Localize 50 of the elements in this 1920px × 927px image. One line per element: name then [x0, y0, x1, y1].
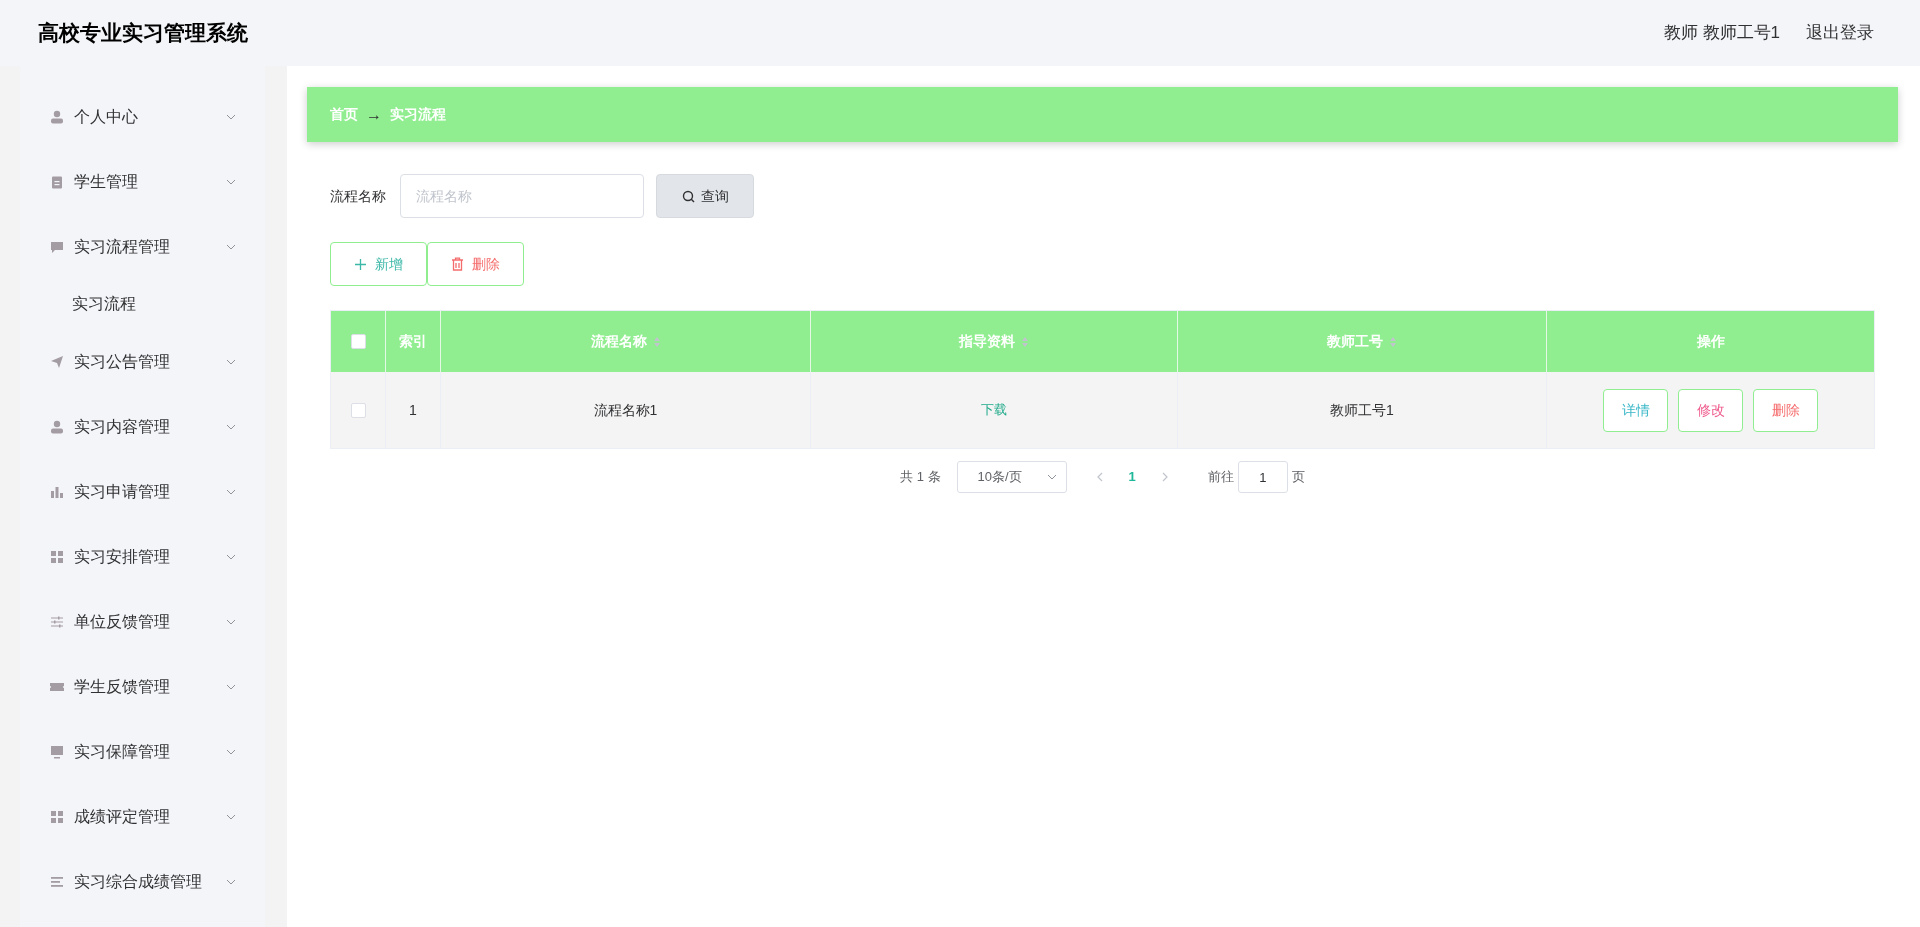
search-field[interactable]: 流程名称 [400, 174, 644, 218]
breadcrumb-current: 实习流程 [390, 105, 446, 124]
table-cell-text: 1 [409, 400, 417, 420]
grid-icon [50, 549, 64, 564]
goto-label: 前往 [1207, 468, 1234, 487]
sliders-icon [50, 614, 64, 629]
menu-item[interactable]: 实习申请管理 [20, 459, 265, 524]
menu-item[interactable]: 学生管理 [20, 149, 265, 214]
table-cell-text: 教师工号1 [1330, 400, 1394, 420]
user-label: 教师 教师工号1 [1663, 22, 1780, 45]
select-all-checkbox[interactable] [350, 334, 366, 349]
list-icon [50, 874, 64, 889]
menu-item[interactable]: 个人中心 [20, 84, 265, 149]
person-icon [50, 419, 64, 434]
total-count: 共 1 条 [900, 468, 941, 487]
table-cell-text: 流程名称1 [593, 400, 658, 420]
menu-item[interactable]: 实习综合成绩管理 [20, 849, 265, 914]
row-checkbox[interactable] [350, 402, 366, 418]
logout-link[interactable]: 退出登录 [1806, 20, 1874, 46]
monitor-icon [50, 744, 64, 759]
column-header: 索引 [399, 332, 427, 351]
plus-icon [354, 257, 367, 271]
menu-item[interactable]: 实习安排管理 [20, 524, 265, 589]
bar-chart-icon [50, 484, 64, 499]
submenu-item[interactable]: 实习流程 [20, 279, 265, 329]
menu-item[interactable]: 实习保障管理 [20, 719, 265, 784]
grid-icon [50, 809, 64, 824]
column-header: 流程名称 [590, 332, 647, 351]
search-icon [681, 189, 695, 203]
menu-item[interactable]: 学生反馈管理 [20, 654, 265, 719]
menu-item[interactable]: 实习公告管理 [20, 329, 265, 394]
column-header: 指导资料 [959, 332, 1015, 351]
goto-page-field[interactable]: 1 [1237, 461, 1288, 493]
clipboard-icon [50, 174, 64, 189]
page-suffix: 页 [1291, 468, 1305, 487]
menu-item[interactable]: 单位反馈管理 [20, 589, 265, 654]
breadcrumb-separator: → [366, 104, 382, 125]
send-icon [50, 354, 64, 369]
chat-icon [50, 239, 64, 254]
menu-item[interactable]: 实习内容管理 [20, 394, 265, 459]
menu-item[interactable]: 实习流程管理 [20, 214, 265, 279]
column-header: 操作 [1696, 332, 1725, 351]
person-icon [50, 109, 64, 124]
column-header: 教师工号 [1327, 332, 1383, 351]
page-size-select[interactable]: 10条/页 [956, 461, 1067, 493]
search-label: 流程名称 [330, 186, 386, 206]
menu-item[interactable]: 成绩评定管理 [20, 784, 265, 849]
search-button[interactable]: 查询 [656, 174, 754, 218]
app-title: 高校专业实习管理系统 [38, 20, 248, 47]
trash-icon [451, 257, 464, 271]
